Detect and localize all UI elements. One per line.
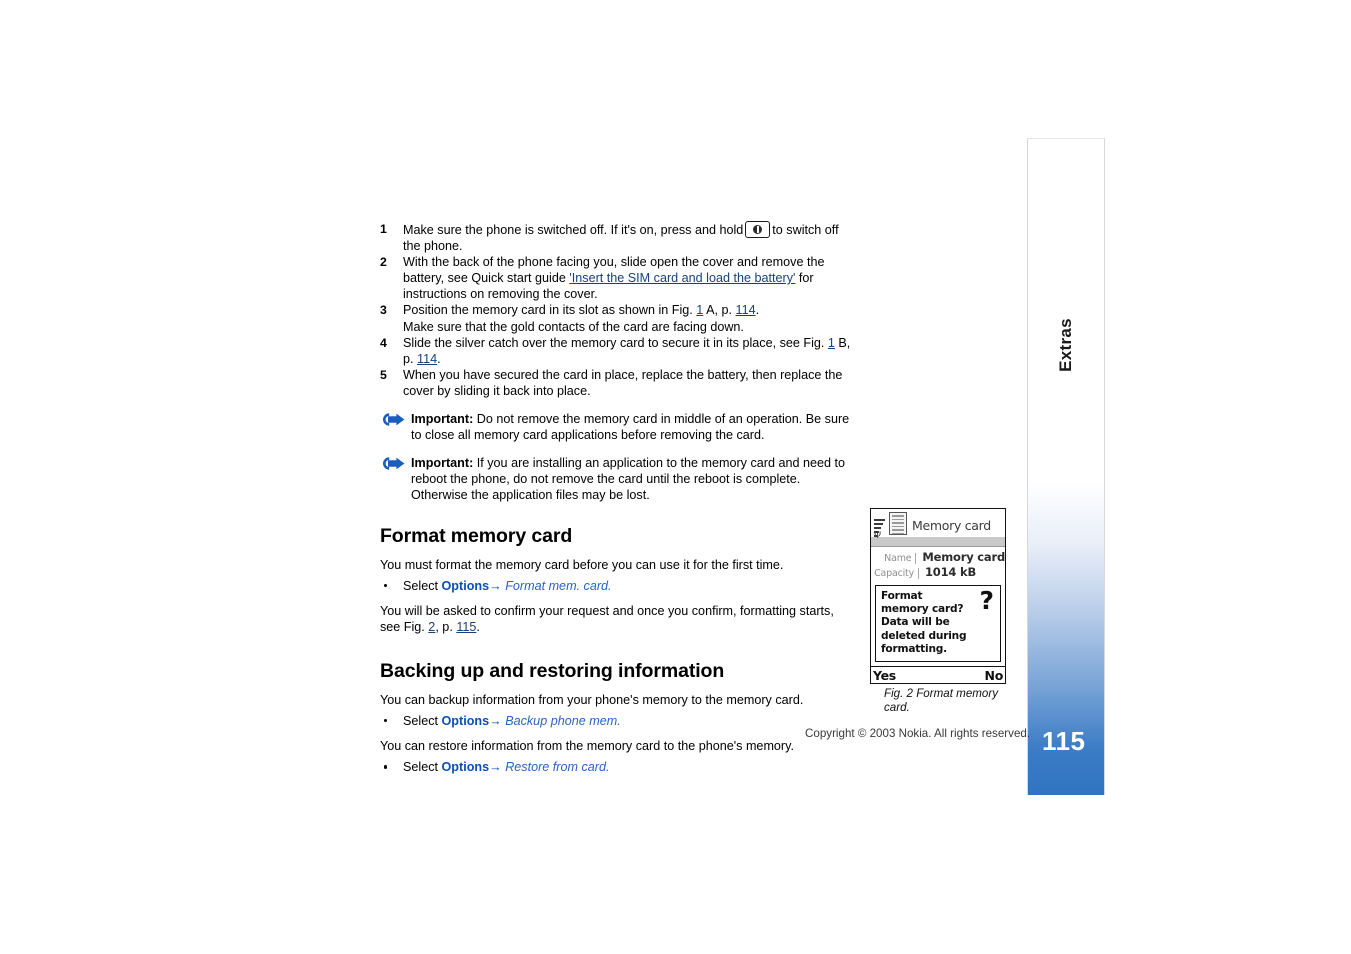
- power-key-icon: [745, 221, 771, 238]
- chapter-label: Extras: [1056, 318, 1075, 372]
- page-reference-link[interactable]: 115: [456, 620, 476, 634]
- section-heading-format: Format memory card: [380, 524, 573, 547]
- select-word: Select: [403, 713, 439, 728]
- step-number: 2: [380, 255, 387, 270]
- question-mark-icon: ?: [979, 586, 994, 615]
- confirm-dialog: ? Format memory card? Data will be delet…: [875, 585, 1001, 663]
- step-item: 4 Slide the silver catch over the memory …: [380, 335, 852, 367]
- phone-screenshot: Memory card Ψ Name Memory card Capacity …: [870, 508, 1006, 685]
- numbered-steps-list: 1 Make sure the phone is switched off. If…: [380, 221, 852, 399]
- memory-card-icon: [889, 512, 907, 535]
- field-label: Capacity: [871, 568, 919, 579]
- page-content: 1 Make sure the phone is switched off. If…: [380, 221, 852, 784]
- page-number: 115: [1042, 726, 1086, 756]
- sim-card-guide-link[interactable]: 'Insert the SIM card and load the batter…: [569, 271, 795, 285]
- bullet-dot-icon: [384, 765, 388, 769]
- format-bullet: Select Options→ Format mem. card.: [380, 578, 852, 594]
- softkey-bar: Yes No: [871, 666, 1005, 683]
- field-row: Name Memory card: [871, 550, 1005, 565]
- field-value: Memory card: [922, 550, 1005, 564]
- menu-options-label[interactable]: Options: [442, 760, 490, 774]
- softkey-yes[interactable]: Yes: [873, 668, 896, 683]
- step-text-part3: .: [755, 303, 760, 318]
- step-number: 5: [380, 367, 387, 382]
- important-text: Do not remove the memory card in middle …: [411, 412, 850, 443]
- step-number: 4: [380, 335, 387, 350]
- section-heading-backup: Backing up and restoring information: [380, 659, 725, 682]
- softkey-no[interactable]: No: [985, 668, 1004, 683]
- copyright-notice: Copyright © 2003 Nokia. All rights reser…: [805, 727, 1031, 740]
- field-label: Name: [871, 553, 917, 564]
- field-value: 1014 kB: [925, 565, 977, 579]
- menu-command-label[interactable]: Backup phone mem.: [505, 714, 621, 728]
- menu-command-label[interactable]: Restore from card.: [505, 760, 609, 774]
- menu-arrow-icon: →: [489, 713, 502, 728]
- important-note: Important: Do not remove the memory card…: [380, 411, 852, 443]
- bullet-dot-icon: [384, 718, 388, 723]
- step-text-part1: Slide the silver catch over the memory c…: [403, 335, 828, 350]
- figure-block: Memory card Ψ Name Memory card Capacity …: [870, 508, 1008, 715]
- important-note: Important: If you are installing an appl…: [380, 455, 852, 503]
- format-outro-part2: , p.: [435, 619, 457, 634]
- restore-bullet: Select Options→ Restore from card.: [380, 759, 852, 775]
- format-outro-part3: .: [476, 619, 480, 634]
- important-text: If you are installing an application to …: [411, 456, 846, 503]
- backup-bullet: Select Options→ Backup phone mem.: [380, 713, 852, 729]
- select-word: Select: [403, 760, 439, 775]
- menu-arrow-icon: →: [489, 760, 502, 775]
- step-text-part2: A, p.: [703, 303, 736, 318]
- step-text-before-key: Make sure the phone is switched off. If …: [403, 223, 744, 237]
- format-intro-text: You must format the memory card before y…: [380, 557, 784, 572]
- step-text-part1: When you have secured the card in place,…: [403, 367, 843, 398]
- step-item: 5 When you have secured the card in place…: [380, 367, 852, 399]
- bullet-dot-icon: [384, 583, 388, 587]
- figure-caption: Fig. 2 Format memory card.: [884, 687, 999, 715]
- menu-arrow-icon: →: [489, 578, 502, 593]
- backup-intro-text: You can backup information from your pho…: [380, 692, 804, 707]
- step-item: 1 Make sure the phone is switched off. If…: [380, 221, 852, 254]
- format-outro-text: You will be asked to confirm your reques…: [380, 603, 852, 635]
- step-number: 1: [380, 222, 387, 236]
- antenna-icon: Ψ: [874, 531, 882, 541]
- figure-reference-link[interactable]: 1: [828, 336, 835, 350]
- menu-command-label[interactable]: Format mem. card.: [505, 579, 611, 593]
- step-item: 2 With the back of the phone facing you, …: [380, 254, 852, 302]
- step-number: 3: [380, 303, 387, 318]
- page-reference-link[interactable]: 114: [736, 303, 756, 317]
- step-item: 3 Position the memory card in its slot as…: [380, 302, 852, 334]
- step-subline: Make sure that the gold contacts of the …: [403, 319, 744, 334]
- screen-field-list: Name Memory card Capacity 1014 kB: [871, 547, 1005, 583]
- page-reference-link[interactable]: 114: [417, 352, 437, 366]
- chapter-sidebar-tab: Extras 115: [1027, 138, 1105, 795]
- field-row: Capacity 1014 kB: [871, 565, 1005, 580]
- menu-options-label[interactable]: Options: [442, 579, 490, 593]
- select-word: Select: [403, 578, 439, 593]
- important-label: Important:: [411, 412, 474, 427]
- screen-title: Memory card: [912, 518, 991, 533]
- important-label: Important:: [411, 456, 474, 471]
- important-arrow-icon: [380, 412, 407, 427]
- step-text-part3: .: [437, 351, 441, 366]
- screen-title-bar: Memory card: [871, 509, 1005, 537]
- step-text-part1: Position the memory card in its slot as …: [403, 303, 697, 318]
- important-arrow-icon: [380, 456, 407, 471]
- restore-intro-text: You can restore information from the mem…: [380, 739, 794, 754]
- dialog-message: Format memory card? Data will be deleted…: [881, 590, 967, 655]
- screen-status-band: Ψ: [871, 532, 1005, 547]
- menu-options-label[interactable]: Options: [442, 714, 490, 728]
